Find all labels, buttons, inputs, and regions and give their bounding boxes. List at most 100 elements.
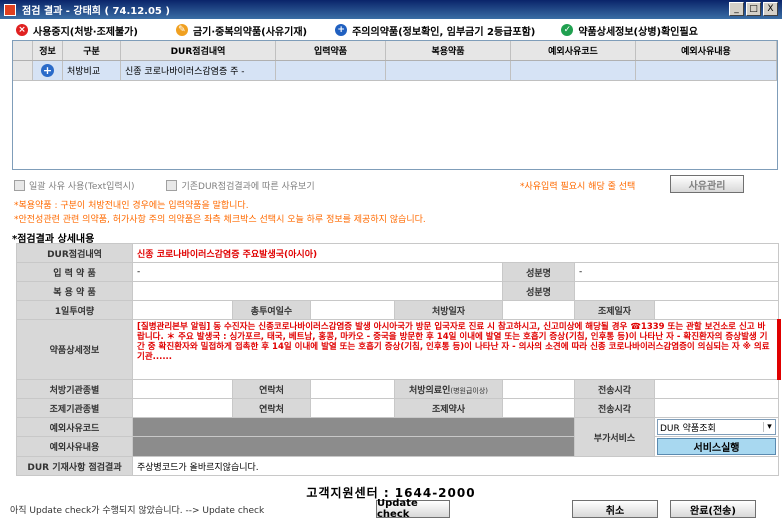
dispense-date-label: 조제일자 — [574, 300, 655, 320]
update-check-button[interactable]: Update check — [376, 498, 450, 520]
close-button[interactable]: X — [763, 2, 778, 16]
contact2-value — [310, 398, 395, 418]
grid-header-cell: 정보 — [33, 41, 63, 60]
grid-header-cell: 예외사유내용 — [636, 41, 777, 60]
dur-record-value: 주상병코드가 올바르지않습니다. — [132, 456, 779, 476]
exception-reason-value[interactable] — [132, 436, 575, 457]
bulk-reason-checkbox[interactable] — [14, 179, 25, 191]
total-days-value — [310, 300, 395, 320]
app-icon — [4, 3, 16, 16]
detail-table: DUR점검내역 신종 코로나바이러스감염증 주요발생국(아시아) 입 력 약 품… — [16, 243, 781, 476]
contact-value — [310, 379, 395, 399]
addon-select-cell: DUR 약품조회 ▾ — [654, 417, 779, 437]
grid-header-cell: 구분 — [63, 41, 121, 60]
options-row: 일괄 사유 사용(Text입력시) 기존DUR점검결과에 따른 사유보기 *사유… — [14, 175, 778, 195]
contact-label: 연락처 — [232, 379, 311, 399]
grid-header-cell: 입력약품 — [276, 41, 386, 60]
plus-circle-icon: + — [335, 24, 348, 36]
addon-button-cell: 서비스실행 — [654, 436, 779, 457]
reason-note: *사유입력 필요시 해당 줄 선택 — [520, 181, 636, 192]
dur-label: DUR점검내역 — [16, 243, 133, 263]
dur-record-label: DUR 기재사항 점검결과 — [16, 456, 133, 476]
rx-doctor-label: 처방의료인(병원급이상) — [394, 379, 503, 399]
send-time-value — [654, 379, 779, 399]
dur-value: 신종 코로나바이러스감염증 주요발생국(아시아) — [132, 243, 779, 263]
exception-reason-label: 예외사유내용 — [16, 436, 133, 457]
dispense-date-value — [654, 300, 779, 320]
service-run-button[interactable]: 서비스실행 — [657, 438, 776, 455]
pencil-circle-icon: ✎ — [175, 24, 188, 36]
disp-pharmacist-value — [502, 398, 575, 418]
grid-header-cell: DUR점검내역 — [121, 41, 276, 60]
disp-institution-value — [132, 398, 233, 418]
rx-institution-label: 처방기관종별 — [16, 379, 133, 399]
minimize-button[interactable]: _ — [729, 2, 744, 16]
update-status: 아직 Update check가 수행되지 않았습니다. --> Update … — [10, 506, 265, 516]
cancel-button[interactable]: 취소 — [572, 500, 658, 518]
disp-institution-label: 조제기관종별 — [16, 398, 133, 418]
note-line: *안전성관련 관련 의약품, 허가사항 주의 의약품은 좌측 체크박스 선택시 … — [14, 215, 426, 225]
legend-label: 사용중지(처방·조제불가) — [33, 26, 138, 38]
grid-header-cell: 복용약품 — [386, 41, 511, 60]
table-row[interactable]: + 처방비교 신종 코로나바이러스감염증 주 - — [13, 61, 777, 81]
rx-date-label: 처방일자 — [394, 300, 503, 320]
complete-send-button[interactable]: 완료(전송) — [670, 500, 756, 518]
disp-pharmacist-label: 조제약사 — [394, 398, 503, 418]
chevron-down-icon[interactable]: ▾ — [763, 422, 775, 432]
x-circle-icon: × — [16, 24, 28, 36]
grid-cell-input — [276, 61, 386, 80]
taking-drug-label: 복 용 약 품 — [16, 281, 133, 301]
drug-info-label: 약품상세정보 — [16, 319, 133, 380]
prev-reason-checkbox[interactable] — [166, 179, 178, 191]
grid-cell-dur: 신종 코로나바이러스감염증 주 - — [121, 61, 276, 80]
ingredient2-label: 성분명 — [502, 281, 575, 301]
window-title: 점검 결과 - 강태희 ( 74.12.05 ) — [22, 6, 170, 17]
plus-circle-icon[interactable]: + — [41, 64, 54, 77]
legend-bar: × 사용중지(처방·조제불가) ✎ 금기·중복의약품(사유기재) + 주의의약품… — [0, 19, 782, 41]
rx-doctor-value — [502, 379, 575, 399]
drug-info-value: [질병관리본부 알림] 동 수진자는 신종코로나바이러스감염증 발생 아시아국가… — [132, 319, 781, 380]
bulk-reason-label: 일괄 사유 사용(Text입력시) — [29, 181, 135, 192]
rx-institution-value — [132, 379, 233, 399]
taking-drug-value — [132, 281, 503, 301]
contact2-label: 연락처 — [232, 398, 311, 418]
reason-manage-button[interactable]: 사유관리 — [670, 175, 744, 193]
send-time2-label: 전송시각 — [574, 398, 655, 418]
title-bar: 점검 결과 - 강태희 ( 74.12.05 ) _ □ X — [0, 0, 782, 19]
grid-header-cell: 예외사유코드 — [511, 41, 636, 60]
legend-label: 약품상세정보(상병)확인필요 — [578, 26, 698, 38]
dose-value — [132, 300, 233, 320]
total-days-label: 총투여일수 — [232, 300, 311, 320]
grid-cell-reason[interactable] — [636, 61, 777, 80]
exception-code-value[interactable] — [132, 417, 575, 437]
send-time-label: 전송시각 — [574, 379, 655, 399]
dur-result-grid[interactable]: 정보 구분 DUR점검내역 입력약품 복용약품 예외사유코드 예외사유내용 + … — [12, 40, 778, 170]
rx-date-value — [502, 300, 575, 320]
grid-header: 정보 구분 DUR점검내역 입력약품 복용약품 예외사유코드 예외사유내용 — [13, 41, 777, 61]
legend-item-stop: × 사용중지(처방·조제불가) — [16, 23, 138, 38]
grid-header-cell — [13, 41, 33, 60]
ingredient-value: - — [574, 262, 779, 282]
legend-item-contra: ✎ 금기·중복의약품(사유기재) — [175, 23, 308, 38]
exception-code-label: 예외사유코드 — [16, 417, 133, 437]
addon-service-select[interactable]: DUR 약품조회 ▾ — [657, 419, 776, 435]
check-circle-icon: ✓ — [561, 24, 574, 36]
legend-label: 주의의약품(정보확인, 임부금기 2등급포함) — [352, 26, 536, 38]
addon-select-value: DUR 약품조회 — [660, 423, 716, 434]
input-drug-label: 입 력 약 품 — [16, 262, 133, 282]
rx-doctor-label-text: 처방의료인 — [408, 385, 451, 396]
rx-doctor-sub: (병원급이상) — [450, 386, 489, 395]
note-line: *복용약품 : 구분이 처방전내인 경우에는 입력약품을 말합니다. — [14, 201, 249, 211]
grid-cell-code[interactable] — [511, 61, 636, 80]
legend-label: 금기·중복의약품(사유기재) — [192, 26, 308, 38]
ingredient-label: 성분명 — [502, 262, 575, 282]
row-checkbox-cell[interactable] — [13, 61, 33, 80]
prev-reason-label: 기존DUR점검결과에 따른 사유보기 — [181, 181, 315, 192]
legend-item-caution: + 주의의약품(정보확인, 임부금기 2등급포함) — [335, 23, 535, 38]
grid-cell-category: 처방비교 — [63, 61, 121, 80]
addon-service-label: 부가서비스 — [574, 417, 655, 457]
maximize-button[interactable]: □ — [746, 2, 761, 16]
send-time2-value — [654, 398, 779, 418]
grid-cell[interactable]: + — [33, 61, 63, 80]
legend-item-detail: ✓ 약품상세정보(상병)확인필요 — [561, 23, 698, 38]
